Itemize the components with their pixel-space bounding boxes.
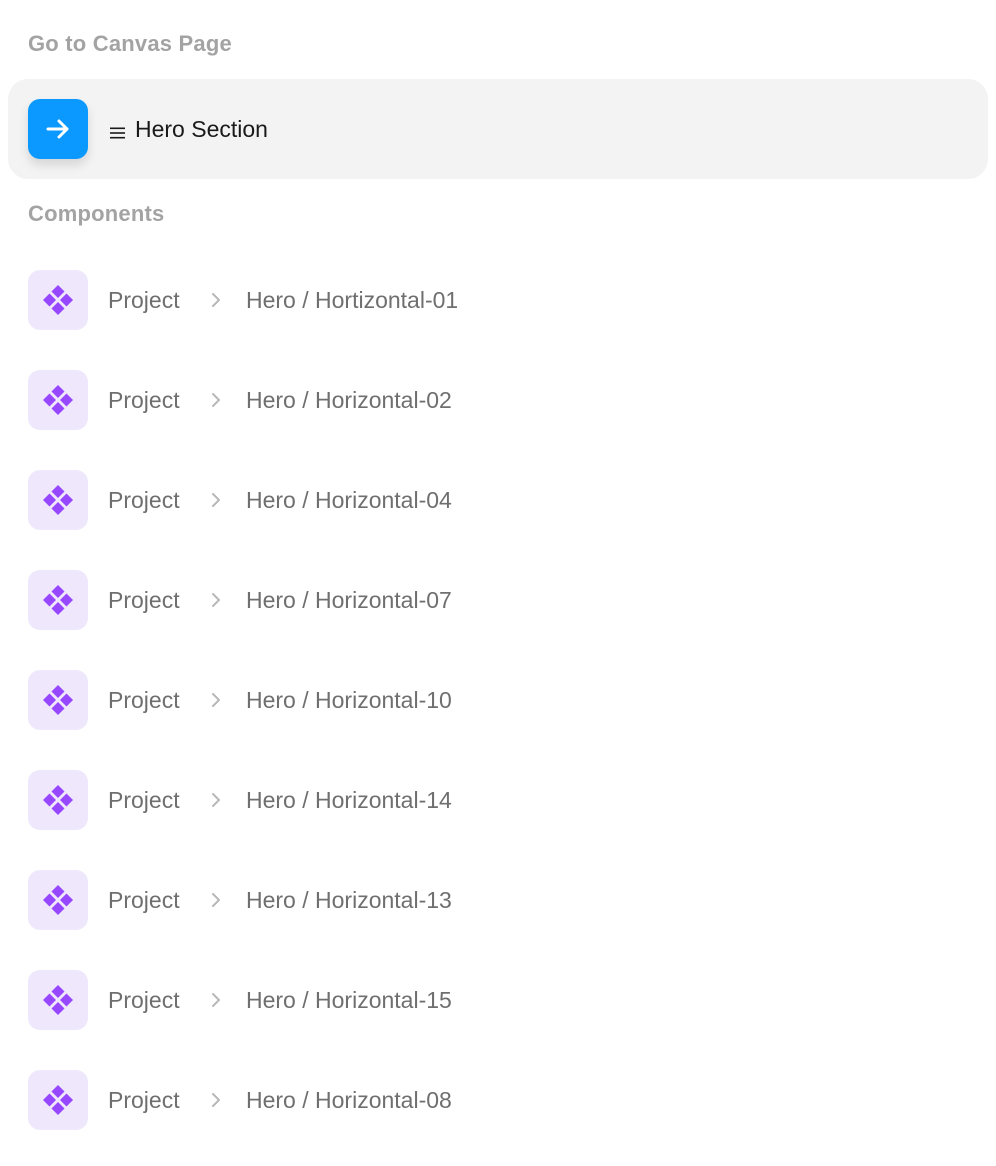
arrow-right-icon (28, 99, 88, 159)
component-project-label: Project (108, 787, 180, 813)
frame-lines-icon (110, 118, 125, 145)
component-name-label: Hero / Horizontal-08 (246, 1087, 452, 1113)
section-heading-components: Components (28, 201, 165, 226)
component-result-row-5[interactable]: Project Hero / Horizontal-10 (0, 650, 996, 750)
chevron-right-icon (208, 990, 224, 1010)
component-name-label: Hero / Horizontal-15 (246, 987, 452, 1013)
chevron-right-icon (208, 790, 224, 810)
component-project-label: Project (108, 1087, 180, 1113)
component-diamond-icon (28, 670, 88, 730)
component-diamond-icon (28, 870, 88, 930)
component-name-label: Hero / Horizontal-14 (246, 787, 452, 813)
component-project-label: Project (108, 387, 180, 413)
component-result-row-2[interactable]: Project Hero / Horizontal-02 (0, 350, 996, 450)
component-result-row-3[interactable]: Project Hero / Horizontal-04 (0, 450, 996, 550)
section-heading-go-to-canvas-page: Go to Canvas Page (28, 31, 232, 56)
component-result-row-7[interactable]: Project Hero / Horizontal-13 (0, 850, 996, 950)
component-diamond-icon (28, 470, 88, 530)
component-project-label: Project (108, 687, 180, 713)
component-name-label: Hero / Horizontal-02 (246, 387, 452, 413)
component-diamond-icon (28, 370, 88, 430)
chevron-right-icon (208, 590, 224, 610)
canvas-page-result-label: Hero Section (135, 115, 268, 142)
canvas-page-result-label-wrap: Hero Section (110, 79, 268, 179)
chevron-right-icon (208, 290, 224, 310)
component-name-label: Hero / Horizontal-10 (246, 687, 452, 713)
component-diamond-icon (28, 970, 88, 1030)
component-project-label: Project (108, 887, 180, 913)
component-diamond-icon (28, 570, 88, 630)
chevron-right-icon (208, 390, 224, 410)
chevron-right-icon (208, 490, 224, 510)
component-diamond-icon (28, 1070, 88, 1130)
chevron-right-icon (208, 690, 224, 710)
canvas-page-result-hero-section[interactable]: Hero Section (8, 79, 988, 179)
chevron-right-icon (208, 890, 224, 910)
component-result-row-4[interactable]: Project Hero / Horizontal-07 (0, 550, 996, 650)
component-name-label: Hero / Horizontal-07 (246, 587, 452, 613)
component-diamond-icon (28, 770, 88, 830)
component-name-label: Hero / Hortizontal-01 (246, 287, 459, 313)
component-result-row-1[interactable]: Project Hero / Hortizontal-01 (0, 250, 996, 350)
component-name-label: Hero / Horizontal-04 (246, 487, 452, 513)
component-project-label: Project (108, 287, 180, 313)
component-project-label: Project (108, 587, 180, 613)
component-diamond-icon (28, 270, 88, 330)
component-result-row-6[interactable]: Project Hero / Horizontal-14 (0, 750, 996, 850)
component-result-row-8[interactable]: Project Hero / Horizontal-15 (0, 950, 996, 1050)
component-project-label: Project (108, 487, 180, 513)
chevron-right-icon (208, 1090, 224, 1110)
components-list: Project Hero / Hortizontal-01 Project He… (0, 250, 996, 1150)
component-result-row-9[interactable]: Project Hero / Horizontal-08 (0, 1050, 996, 1150)
component-name-label: Hero / Horizontal-13 (246, 887, 452, 913)
component-project-label: Project (108, 987, 180, 1013)
command-palette-panel: Go to Canvas Page Hero Section Component… (0, 0, 996, 1166)
